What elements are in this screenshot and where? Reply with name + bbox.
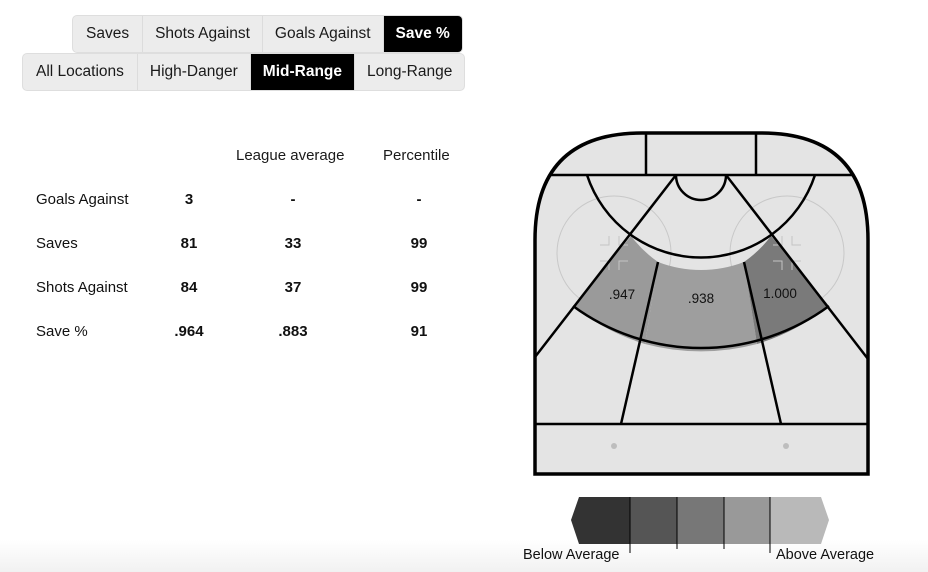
legend-swatch-1 — [571, 497, 630, 544]
legend-above-average-label: Above Average — [776, 547, 875, 563]
zone-label-mid-range-right: 1.000 — [763, 286, 797, 301]
zone-mid-range-center[interactable] — [645, 262, 757, 352]
legend-swatch-2 — [630, 497, 677, 544]
faceoff-dot-right — [783, 443, 789, 449]
legend-swatch-3 — [677, 497, 724, 544]
zone-label-mid-range-center: .938 — [688, 291, 714, 306]
legend-swatch-4 — [724, 497, 770, 544]
legend-below-average-label: Below Average — [523, 547, 620, 563]
rink-diagram: .947 .938 1.000 — [533, 131, 870, 553]
zone-label-mid-range-left: .947 — [609, 287, 635, 302]
color-legend — [571, 497, 829, 553]
legend-swatch-5 — [770, 497, 829, 544]
faceoff-dot-left — [611, 443, 617, 449]
